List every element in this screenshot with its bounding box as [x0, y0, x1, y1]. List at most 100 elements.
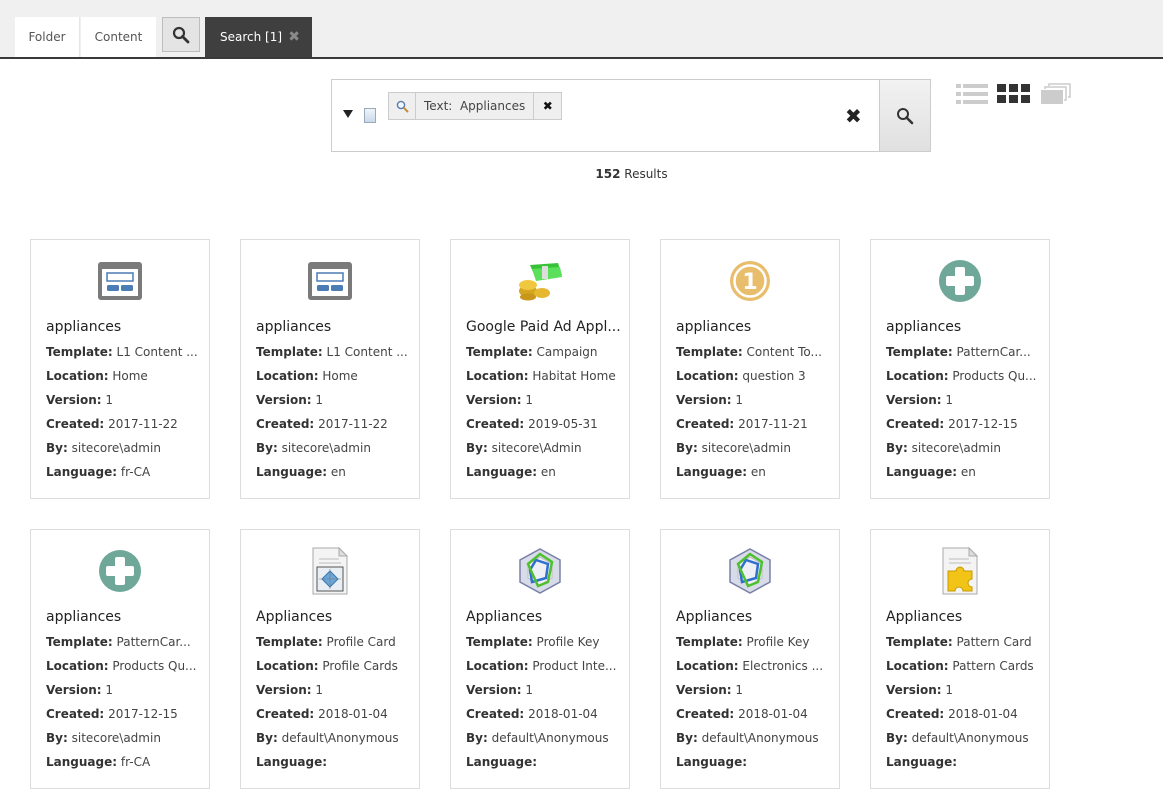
- field-value: Pattern Card: [956, 635, 1032, 649]
- field-label: Version:: [256, 393, 312, 407]
- results-label: Results: [624, 167, 668, 181]
- card-created: Created: 2017-12-15: [46, 707, 178, 721]
- field-value: Profile Key: [536, 635, 600, 649]
- field-value: 2018-01-04: [318, 707, 388, 721]
- grid-view-icon[interactable]: [997, 83, 1030, 105]
- field-label: Version:: [676, 683, 732, 697]
- close-tab-icon[interactable]: ✖: [288, 29, 300, 45]
- result-card[interactable]: Appliances Template: Profile Card Locati…: [240, 529, 420, 789]
- card-title[interactable]: Appliances: [256, 609, 332, 625]
- layout-icon: [305, 260, 355, 302]
- card-version: Version: 1: [886, 393, 953, 407]
- card-created: Created: 2018-01-04: [886, 707, 1018, 721]
- field-value: 1: [945, 393, 953, 407]
- card-location: Location: Products Qu...: [886, 369, 1037, 383]
- field-value: L1 Content ...: [116, 345, 198, 359]
- result-card[interactable]: Appliances Template: Profile Key Locatio…: [660, 529, 840, 789]
- field-value: 1: [945, 683, 953, 697]
- card-location: Location: question 3: [676, 369, 806, 383]
- field-label: Created:: [466, 707, 525, 721]
- remove-chip-button[interactable]: ✖: [534, 93, 561, 119]
- clear-search-button[interactable]: ✖: [845, 104, 862, 128]
- field-label: Language:: [676, 755, 748, 769]
- result-card[interactable]: appliances Template: PatternCar... Locat…: [30, 529, 210, 789]
- result-card[interactable]: Google Paid Ad Appl... Template: Campaig…: [450, 239, 630, 499]
- result-card[interactable]: Appliances Template: Profile Key Locatio…: [450, 529, 630, 789]
- field-label: Created:: [466, 417, 525, 431]
- card-title[interactable]: Google Paid Ad Appl...: [466, 319, 621, 335]
- card-location: Location: Home: [256, 369, 358, 383]
- card-version: Version: 1: [256, 683, 323, 697]
- result-card[interactable]: appliances Template: PatternCar... Locat…: [870, 239, 1050, 499]
- card-version: Version: 1: [46, 393, 113, 407]
- tab-content[interactable]: Content: [81, 17, 156, 57]
- card-template: Template: Content To...: [676, 345, 822, 359]
- card-title[interactable]: appliances: [46, 609, 121, 625]
- result-card[interactable]: appliances Template: L1 Content ... Loca…: [30, 239, 210, 499]
- card-language: Language: en: [886, 465, 976, 479]
- open-search-button[interactable]: [162, 17, 200, 52]
- list-view-icon[interactable]: [956, 83, 988, 105]
- card-created: Created: 2019-05-31: [466, 417, 598, 431]
- tab-search[interactable]: Search [1] ✖: [205, 17, 312, 57]
- card-version: Version: 1: [676, 393, 743, 407]
- stacked-view-icon[interactable]: [1041, 83, 1071, 105]
- card-title[interactable]: Appliances: [886, 609, 962, 625]
- field-value: Electronics ...: [742, 659, 824, 673]
- card-by: By: default\Anonymous: [886, 731, 1029, 745]
- layout-icon: [95, 260, 145, 302]
- dropdown-caret-icon[interactable]: [343, 110, 353, 118]
- field-label: Language:: [466, 465, 538, 479]
- card-language: Language:: [256, 755, 327, 769]
- field-label: Language:: [886, 755, 958, 769]
- card-created: Created: 2017-11-22: [256, 417, 388, 431]
- card-title[interactable]: Appliances: [466, 609, 542, 625]
- document-icon[interactable]: [364, 108, 376, 123]
- field-value: sitecore\Admin: [491, 441, 582, 455]
- plus-circle-icon: [95, 550, 145, 592]
- field-label: Language:: [886, 465, 958, 479]
- card-title[interactable]: Appliances: [676, 609, 752, 625]
- field-label: By:: [256, 441, 278, 455]
- field-value: Home: [112, 369, 148, 383]
- field-value: 1: [105, 393, 113, 407]
- card-template: Template: Profile Key: [466, 635, 599, 649]
- field-value: Products Qu...: [112, 659, 197, 673]
- results-count: 152 Results: [0, 167, 1163, 181]
- card-template: Template: Profile Card: [256, 635, 396, 649]
- tab-folder[interactable]: Folder: [15, 17, 80, 57]
- card-title[interactable]: appliances: [46, 319, 121, 335]
- field-label: Template:: [886, 635, 953, 649]
- card-version: Version: 1: [466, 683, 533, 697]
- field-value: fr-CA: [120, 465, 151, 479]
- field-value: Products Qu...: [952, 369, 1037, 383]
- result-card[interactable]: 1 appliances Template: Content To... Loc…: [660, 239, 840, 499]
- search-submit-button[interactable]: [879, 79, 931, 152]
- search-icon: [172, 26, 190, 43]
- field-label: Created:: [676, 707, 735, 721]
- field-label: Created:: [46, 417, 105, 431]
- card-by: By: sitecore\admin: [886, 441, 1001, 455]
- field-label: Created:: [46, 707, 105, 721]
- field-label: Location:: [466, 659, 529, 673]
- card-by: By: sitecore\admin: [46, 441, 161, 455]
- search-filter-chip: Text: Appliances ✖: [388, 92, 563, 120]
- field-value: Home: [322, 369, 358, 383]
- card-title[interactable]: appliances: [886, 319, 961, 335]
- field-label: Template:: [676, 635, 743, 649]
- field-label: Location:: [676, 659, 739, 673]
- field-label: Location:: [46, 659, 109, 673]
- pattern-card-icon: [935, 547, 985, 595]
- search-box: Text: Appliances ✖ ✖: [331, 79, 931, 152]
- field-label: By:: [886, 441, 908, 455]
- card-title[interactable]: appliances: [256, 319, 331, 335]
- result-card[interactable]: Appliances Template: Pattern Card Locati…: [870, 529, 1050, 789]
- card-language: Language: en: [676, 465, 766, 479]
- field-label: Template:: [46, 345, 113, 359]
- field-value: Campaign: [536, 345, 598, 359]
- result-card[interactable]: appliances Template: L1 Content ... Loca…: [240, 239, 420, 499]
- card-template: Template: PatternCar...: [886, 345, 1031, 359]
- field-value: 1: [315, 683, 323, 697]
- field-value: 1: [105, 683, 113, 697]
- card-title[interactable]: appliances: [676, 319, 751, 335]
